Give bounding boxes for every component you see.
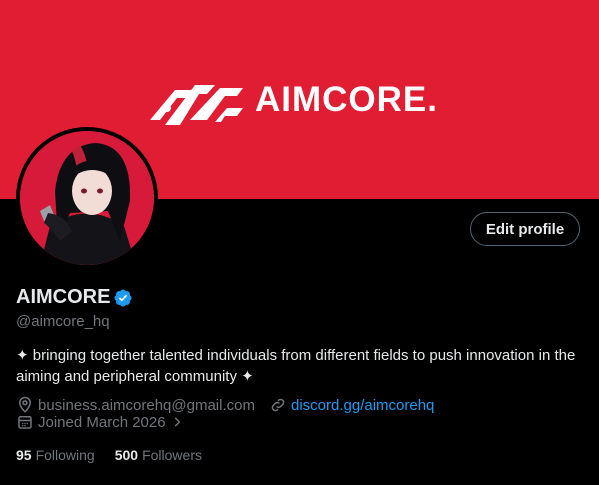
link-icon: [271, 398, 285, 412]
user-handle: @aimcore_hq: [16, 313, 110, 330]
banner-logo-text: AIMCORE.: [255, 80, 438, 119]
followers-label: Followers: [142, 447, 202, 463]
following-count: 95: [16, 447, 32, 463]
joined-item[interactable]: Joined March 2026: [16, 413, 188, 431]
website-item[interactable]: discord.gg/aimcorehq: [269, 396, 434, 414]
email-item: business.aimcorehq@gmail.com: [16, 396, 255, 414]
following-label: Following: [35, 447, 95, 463]
banner-logo: AIMCORE.: [145, 70, 438, 130]
location-pin-icon: [18, 396, 32, 413]
verified-badge-icon[interactable]: [113, 288, 133, 308]
display-name: AIMCORE: [16, 286, 111, 308]
chevron-right-icon: [174, 417, 180, 427]
followers-link[interactable]: 500 Followers: [115, 447, 202, 463]
following-link[interactable]: 95 Following: [16, 447, 95, 463]
calendar-icon: [18, 416, 32, 429]
edit-profile-button[interactable]: Edit profile: [470, 212, 580, 246]
joined-row[interactable]: Joined March 2026: [16, 413, 188, 431]
profile-bio: ✦ bringing together talented individuals…: [16, 347, 576, 385]
aimcore-logo-icon: [150, 85, 243, 125]
website-link[interactable]: discord.gg/aimcorehq: [291, 397, 434, 414]
profile-meta-row: business.aimcorehq@gmail.com discord.gg/…: [16, 396, 434, 414]
display-name-row: AIMCORE: [16, 286, 133, 309]
joined-text: Joined March 2026: [38, 413, 166, 431]
avatar[interactable]: [20, 131, 154, 265]
follow-stats: 95 Following 500 Followers: [16, 447, 222, 463]
email-text: business.aimcorehq@gmail.com: [38, 396, 255, 414]
followers-count: 500: [114, 447, 139, 463]
avatar-illustration: [20, 131, 154, 265]
